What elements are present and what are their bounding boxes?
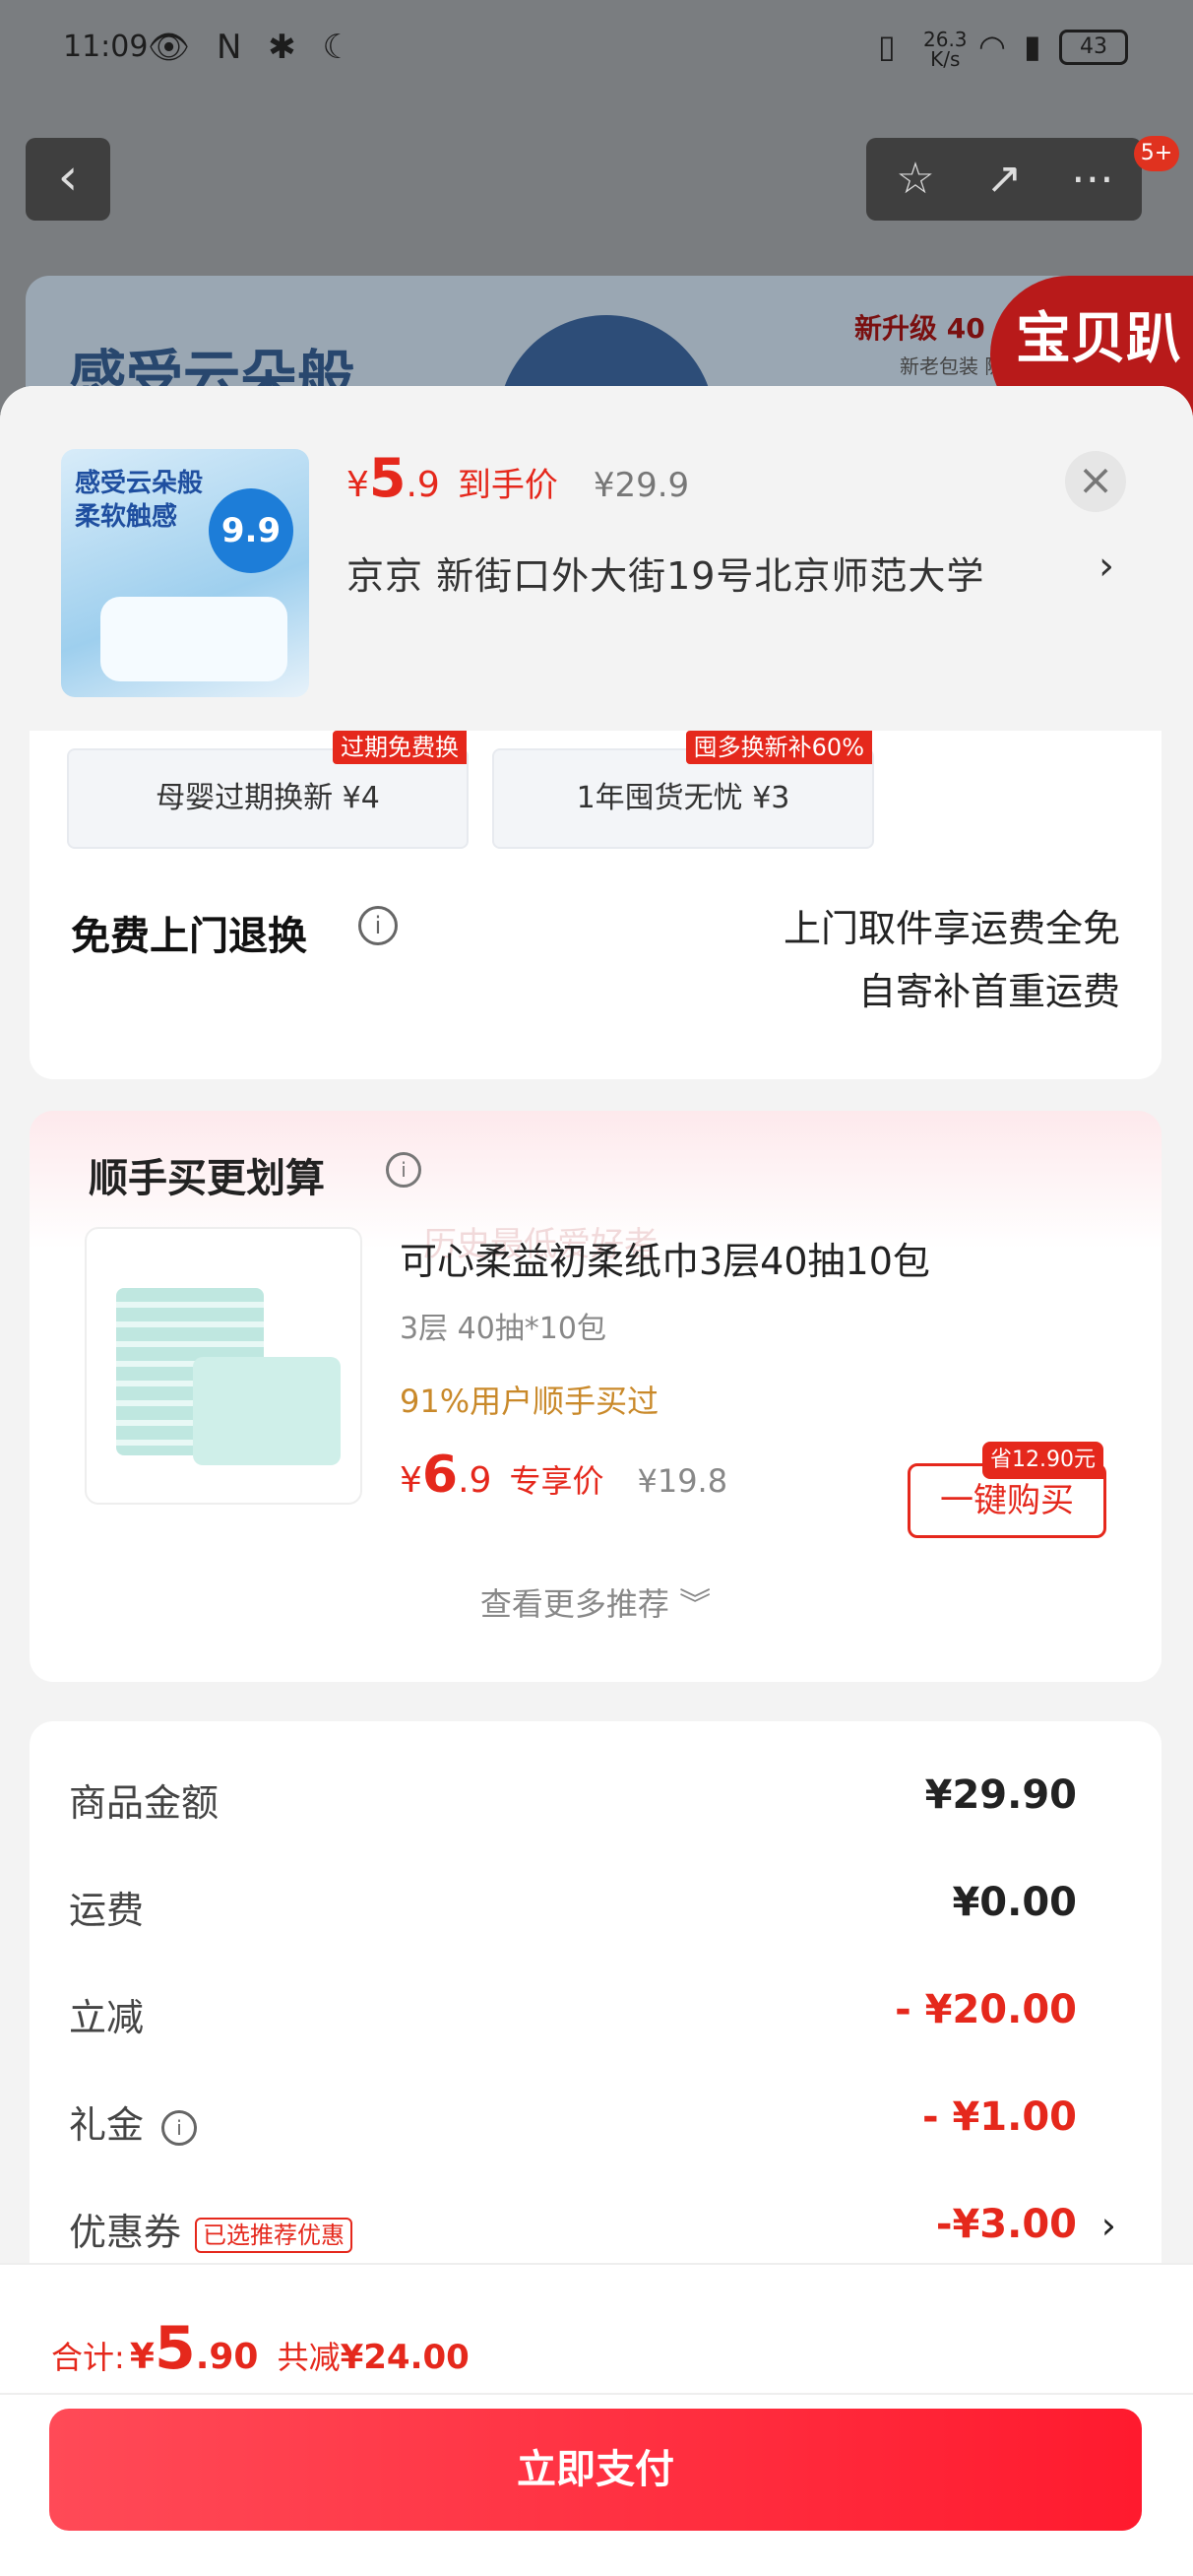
footer-divider (0, 2393, 1193, 2395)
price-currency: ¥ (346, 465, 369, 505)
summary-value: -¥3.00 (935, 2202, 1077, 2247)
vibrate-icon: ▯ (878, 28, 896, 65)
recommend-product-image[interactable] (85, 1227, 362, 1505)
recommend-price-row: ¥6.9 专享价 ¥19.8 (400, 1446, 727, 1505)
summary-label: 商品金额 (69, 1781, 220, 1825)
return-title: 免费上门退换 (71, 914, 307, 959)
rec-price-label: 专享价 (509, 1462, 604, 1500)
price-decimal: .9 (406, 465, 440, 505)
top-actions: ☆ ↗ ⋯ (866, 138, 1142, 221)
share-icon[interactable]: ↗ (960, 138, 1048, 221)
summary-value: - ¥1.00 (921, 2094, 1077, 2140)
summary-label-text: 优惠券 (69, 2211, 182, 2254)
service-chip-tag: 过期免费换 (333, 731, 467, 764)
return-desc-1: 上门取件享运费全免 (783, 907, 1120, 950)
coupon-tag: 已选推荐优惠 (195, 2217, 353, 2253)
total-save-label: 共减 (277, 2339, 341, 2376)
status-bar: 11:09 👁 N ✱ ☾ ▯ 26.3 K/s ◠ ▮ 43 (0, 0, 1193, 98)
banner-upgrade: 新升级 40 (854, 312, 985, 345)
summary-row-gift: 礼金 i - ¥1.00 (69, 2094, 1116, 2154)
service-chip-label: 1年囤货无忧 ¥3 (576, 781, 790, 815)
chevron-right-icon[interactable]: › (1099, 544, 1114, 589)
sim-icon: ▮ (1024, 28, 1041, 65)
summary-value: ¥29.90 (924, 1772, 1077, 1818)
thumb-text: 感受云朵般 柔软触感 (75, 469, 204, 532)
product-thumbnail: 感受云朵般 柔软触感 9.9 (61, 449, 309, 697)
info-icon[interactable]: i (386, 1152, 421, 1188)
recommend-item-name[interactable]: 可心柔益初柔纸巾3层40抽10包 (400, 1231, 930, 1285)
price-row: ¥5.9 到手价 ¥29.9 (346, 447, 690, 509)
rec-price-decimal: .9 (458, 1460, 492, 1501)
service-card: 过期免费换 母婴过期换新 ¥4 囤多换新补60% 1年囤货无忧 ¥3 免费上门退… (30, 731, 1162, 1079)
status-time: 11:09 (63, 30, 149, 64)
summary-row-coupon[interactable]: 优惠券 已选推荐优惠 -¥3.00 › (69, 2202, 1116, 2261)
summary-label: 立减 (69, 1996, 145, 2039)
net-speed: 26.3 K/s (923, 30, 968, 69)
recommend-title: 顺手买更划算 (89, 1156, 325, 1201)
total-label: 合计: (51, 2339, 125, 2376)
rec-original-price: ¥19.8 (637, 1462, 728, 1500)
service-chip-expiry[interactable]: 过期免费换 母婴过期换新 ¥4 (67, 731, 469, 849)
service-chip-tag: 囤多换新补60% (685, 731, 872, 764)
pay-now-button[interactable]: 立即支付 (49, 2409, 1142, 2531)
price-label: 到手价 (457, 466, 558, 505)
wifi-icon: ◠ (978, 28, 1006, 65)
banner-sub: 新老包装 随 (900, 354, 1005, 378)
save-tag: 省12.90元 (982, 1442, 1103, 1479)
summary-label: 礼金 i (69, 2094, 198, 2149)
recommend-item-spec: 3层 40抽*10包 (400, 1312, 606, 1346)
more-icon[interactable]: ⋯ (1048, 138, 1137, 221)
see-more-recommend[interactable]: 查看更多推荐 ︾ (30, 1579, 1162, 1625)
back-button[interactable]: ‹ (26, 138, 110, 221)
status-icons: 👁 N ✱ ☾ (148, 28, 360, 67)
rec-price-integer: 6 (421, 1446, 459, 1505)
total-save-amount: ¥24.00 (340, 2338, 470, 2377)
total-decimal: .90 (195, 2337, 259, 2377)
chevron-right-icon[interactable]: › (1101, 2204, 1116, 2247)
summary-row-shipping: 运费 ¥0.00 (69, 1880, 1116, 1939)
price-integer: 5 (368, 447, 407, 509)
summary-value: - ¥20.00 (895, 1987, 1077, 2032)
info-icon[interactable]: i (161, 2109, 198, 2146)
summary-label: 运费 (69, 1889, 145, 1932)
delivery-address[interactable]: 京京 新街口外大街19号北京师范大学 (346, 546, 984, 600)
total-currency: ¥ (129, 2337, 155, 2377)
checkout-footer: 合计: ¥5.90 共减¥24.00 立即支付 (0, 2263, 1193, 2576)
thumb-package (100, 597, 287, 681)
summary-label: 优惠券 已选推荐优惠 (69, 2202, 353, 2256)
battery-icon: 43 (1059, 30, 1128, 65)
price-summary-card: 商品金额 ¥29.90 运费 ¥0.00 立减 - ¥20.00 礼金 i - ¥… (30, 1721, 1162, 2332)
message-badge: 5+ (1134, 136, 1179, 171)
recommend-item-hint: 91%用户顺手买过 (400, 1383, 659, 1420)
return-desc-2: 自寄补首重运费 (857, 970, 1120, 1013)
summary-row-subtotal: 商品金额 ¥29.90 (69, 1772, 1116, 1832)
checkout-sheet: 感受云朵般 柔软触感 9.9 ¥5.9 到手价 ¥29.9 × 京京 新街口外大街19… (0, 386, 1193, 2576)
net-speed-unit: K/s (930, 47, 961, 71)
sheet-header: 感受云朵般 柔软触感 9.9 ¥5.9 到手价 ¥29.9 × 京京 新街口外大街19… (0, 386, 1193, 731)
tissue-package (193, 1357, 341, 1465)
service-chip-label: 母婴过期换新 ¥4 (156, 781, 380, 815)
total-integer: 5 (154, 2314, 196, 2383)
service-chip-stock[interactable]: 囤多换新补60% 1年囤货无忧 ¥3 (492, 731, 874, 849)
thumb-price-coin: 9.9 (209, 488, 293, 573)
favorite-star-icon[interactable]: ☆ (871, 138, 960, 221)
total-row: 合计: ¥5.90 共减¥24.00 (51, 2314, 470, 2383)
summary-row-discount: 立减 - ¥20.00 (69, 1987, 1116, 2046)
close-button[interactable]: × (1065, 451, 1126, 512)
info-icon[interactable]: i (358, 906, 398, 945)
original-price: ¥29.9 (593, 466, 690, 505)
summary-label-text: 礼金 (69, 2103, 145, 2147)
recommend-card: 顺手买更划算 i 历史最低爱好者 可心柔益初柔纸巾3层40抽10包 3层 40抽… (30, 1111, 1162, 1682)
rec-price-currency: ¥ (400, 1460, 422, 1501)
summary-value: ¥0.00 (952, 1880, 1077, 1925)
